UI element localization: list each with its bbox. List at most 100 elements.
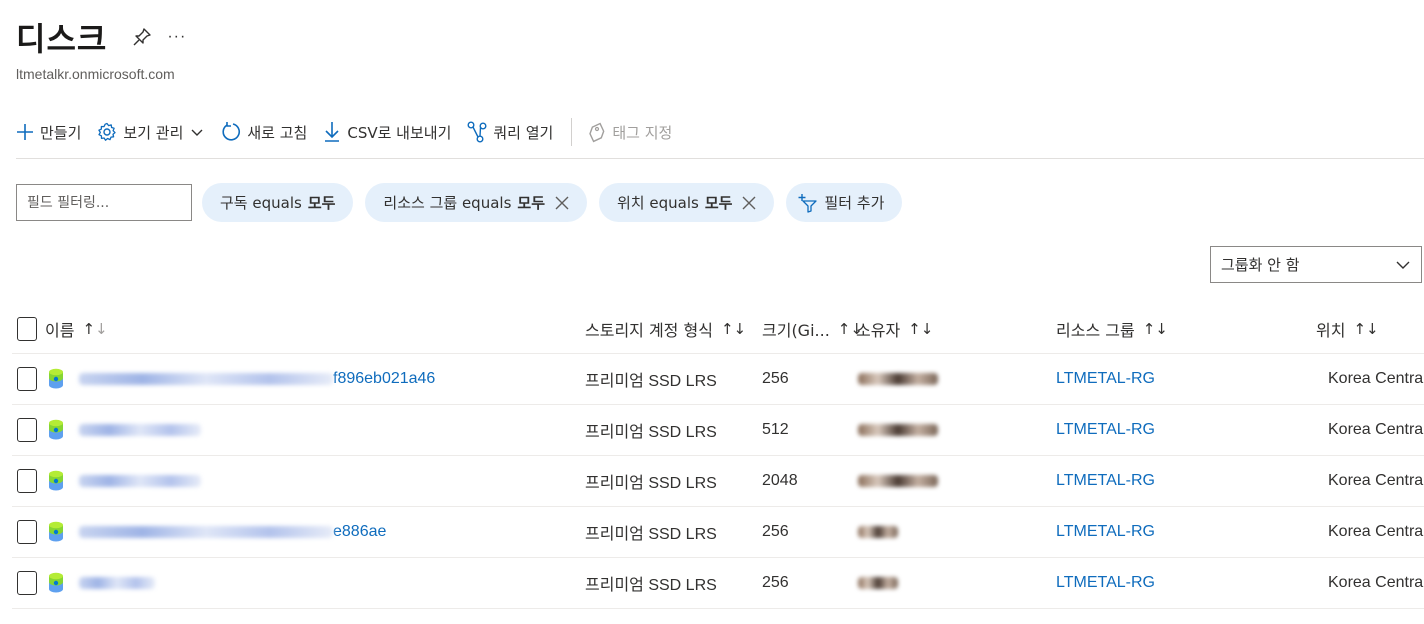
resource-group-link[interactable]: LTMETAL-RG <box>1056 558 1155 608</box>
chevron-down-icon <box>191 129 203 136</box>
more-options-button[interactable]: ··· <box>167 28 186 46</box>
refresh-button[interactable]: 새로 고침 <box>221 112 307 152</box>
disk-name-link[interactable] <box>79 577 155 589</box>
filter-pill-subscription[interactable]: 구독 equals 모두 <box>202 183 354 222</box>
table-body: f896eb021a46 프리미엄 SSD LRS 256 LTMETAL-RG… <box>12 354 1424 609</box>
redacted-owner <box>858 475 938 487</box>
column-resource-group[interactable]: 리소스 그룹 <box>1056 317 1135 341</box>
row-checkbox[interactable] <box>17 520 37 544</box>
filter-pill-resource-group[interactable]: 리소스 그룹 equals 모두 <box>365 183 587 222</box>
filter-pill-field: 리소스 그룹 equals <box>383 194 512 212</box>
header-name-cell: 이름 ↑↓ <box>17 304 108 353</box>
groupby-dropdown[interactable]: 그룹화 안 함 <box>1210 246 1422 283</box>
resource-group-link[interactable]: LTMETAL-RG <box>1056 507 1155 557</box>
toolbar-divider <box>571 118 573 146</box>
select-all-checkbox[interactable] <box>17 316 37 341</box>
size-cell: 512 <box>762 421 789 438</box>
redacted-owner <box>858 577 898 589</box>
redacted-name <box>79 475 201 487</box>
add-filter-button[interactable]: 필터 추가 <box>786 183 903 222</box>
column-location[interactable]: 위치 <box>1316 317 1345 341</box>
disks-table: 이름 ↑↓ 스토리지 계정 형식 ↑↓ 크기(Gi... ↑↓ 소유자 ↑↓ 리… <box>12 304 1424 609</box>
create-button[interactable]: 만들기 <box>16 112 81 152</box>
create-label: 만들기 <box>40 123 82 142</box>
sort-icon[interactable]: ↑↓ <box>82 320 107 338</box>
header-resource-group-cell: 리소스 그룹 ↑↓ <box>1056 304 1168 353</box>
storage-type-cell: 프리미엄 SSD LRS <box>585 577 717 594</box>
name-cell: f896eb021a46 <box>17 354 435 404</box>
filter-pill-field: 구독 equals <box>220 194 302 212</box>
disk-icon <box>49 368 63 389</box>
table-row[interactable]: 프리미엄 SSD LRS 256 LTMETAL-RG Korea Centra… <box>12 558 1424 609</box>
pin-icon[interactable] <box>131 26 153 48</box>
size-cell: 2048 <box>762 472 798 489</box>
column-name[interactable]: 이름 <box>45 317 74 341</box>
storage-type-cell: 프리미엄 SSD LRS <box>585 475 717 492</box>
table-row[interactable]: e886ae 프리미엄 SSD LRS 256 LTMETAL-RG Korea… <box>12 507 1424 558</box>
column-owner[interactable]: 소유자 <box>856 317 900 341</box>
location-cell: Korea Central <box>1328 421 1424 438</box>
manage-view-button[interactable]: 보기 관리 <box>97 112 205 152</box>
size-cell: 256 <box>762 370 789 387</box>
resource-group-link[interactable]: LTMETAL-RG <box>1056 354 1155 404</box>
table-row[interactable]: 프리미엄 SSD LRS 512 LTMETAL-RG Korea Centra… <box>12 405 1424 456</box>
disk-name-suffix[interactable]: e886ae <box>333 523 386 541</box>
name-cell <box>17 558 155 608</box>
redacted-owner <box>858 526 898 538</box>
sort-icon[interactable]: ↑↓ <box>1143 320 1168 338</box>
name-cell: e886ae <box>17 507 386 557</box>
assign-tags-button[interactable]: 태그 지정 <box>588 112 672 152</box>
filter-pill-value: 모두 <box>307 194 336 212</box>
resource-group-link[interactable]: LTMETAL-RG <box>1056 456 1155 506</box>
sort-icon[interactable]: ↑↓ <box>1353 320 1378 338</box>
gear-icon <box>98 122 117 141</box>
disk-name-link[interactable]: e886ae <box>79 523 386 541</box>
close-icon[interactable] <box>555 196 569 210</box>
name-cell <box>17 405 201 455</box>
disk-name-link[interactable] <box>79 424 201 436</box>
header-location-cell: 위치 ↑↓ <box>1316 304 1379 353</box>
redacted-name <box>79 424 201 436</box>
filter-pills: 구독 equals 모두 리소스 그룹 equals 모두 위치 equals … <box>202 183 914 222</box>
owner-cell <box>858 405 938 455</box>
export-csv-button[interactable]: CSV로 내보내기 <box>323 112 451 152</box>
column-size[interactable]: 크기(Gi... <box>762 317 830 341</box>
storage-type-cell: 프리미엄 SSD LRS <box>585 373 717 390</box>
open-query-button[interactable]: 쿼리 열기 <box>467 112 553 152</box>
table-row[interactable]: f896eb021a46 프리미엄 SSD LRS 256 LTMETAL-RG… <box>12 354 1424 405</box>
sort-icon[interactable]: ↑↓ <box>721 320 746 338</box>
filter-pill-field: 위치 equals <box>617 194 699 212</box>
row-checkbox[interactable] <box>17 418 37 442</box>
table-row[interactable]: 프리미엄 SSD LRS 2048 LTMETAL-RG Korea Centr… <box>12 456 1424 507</box>
location-cell: Korea Central <box>1328 472 1424 489</box>
chevron-down-icon <box>1396 261 1410 269</box>
sort-icon[interactable]: ↑↓ <box>908 320 933 338</box>
field-filter-input[interactable] <box>16 184 192 221</box>
refresh-label: 새로 고침 <box>247 123 308 142</box>
assign-tags-label: 태그 지정 <box>612 123 673 142</box>
filter-pill-location[interactable]: 위치 equals 모두 <box>599 183 775 222</box>
toolbar-divider-line <box>16 158 1424 159</box>
column-storage-type[interactable]: 스토리지 계정 형식 <box>585 317 713 341</box>
refresh-icon <box>222 122 241 141</box>
disk-name-link[interactable]: f896eb021a46 <box>79 370 435 388</box>
storage-type-cell: 프리미엄 SSD LRS <box>585 424 717 441</box>
close-icon[interactable] <box>742 196 756 210</box>
row-checkbox[interactable] <box>17 469 37 493</box>
disk-icon <box>49 470 63 491</box>
filter-pill-value: 모두 <box>704 194 733 212</box>
query-icon <box>467 121 487 143</box>
disk-name-link[interactable] <box>79 475 201 487</box>
page-title: 디스크 <box>16 20 108 58</box>
disk-name-suffix[interactable]: f896eb021a46 <box>333 370 435 388</box>
directory-subtitle: ltmetalkr.onmicrosoft.com <box>16 66 175 82</box>
row-checkbox[interactable] <box>17 571 37 595</box>
disk-icon <box>49 521 63 542</box>
resource-group-link[interactable]: LTMETAL-RG <box>1056 405 1155 455</box>
disk-icon <box>49 572 63 593</box>
command-bar: 만들기 보기 관리 새로 고침 CSV로 내보내기 쿼리 열기 태그 지정 <box>16 112 688 152</box>
location-cell: Korea Central <box>1328 523 1424 540</box>
manage-view-label: 보기 관리 <box>123 123 184 142</box>
row-checkbox[interactable] <box>17 367 37 391</box>
redacted-name <box>79 373 333 385</box>
